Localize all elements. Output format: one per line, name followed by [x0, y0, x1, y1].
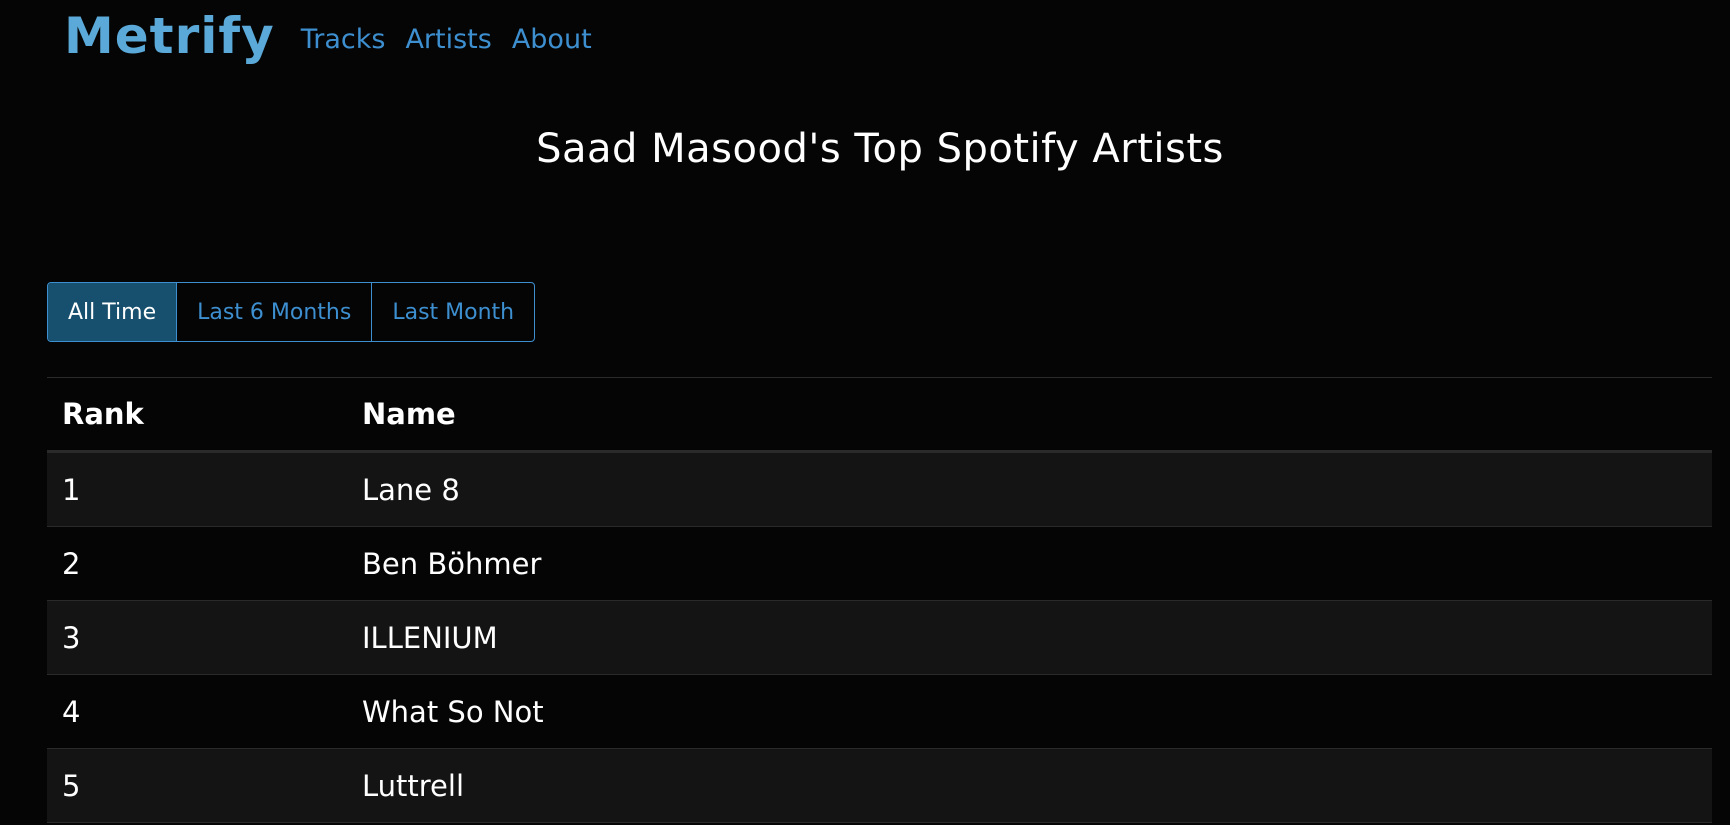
table-row: 2 Ben Böhmer	[47, 526, 1712, 601]
rank-cell: 2	[47, 526, 347, 601]
time-range-selector: All Time Last 6 Months Last Month	[47, 282, 536, 342]
artist-name-cell: Ben Böhmer	[347, 526, 1712, 601]
artist-name-cell: What So Not	[347, 674, 1712, 749]
all-time-button[interactable]: All Time	[48, 283, 178, 341]
name-column-header: Name	[347, 377, 1712, 453]
table-row: 4 What So Not	[47, 674, 1712, 749]
nav-link-about[interactable]: About	[512, 20, 592, 55]
artist-name-cell: ILLENIUM	[347, 600, 1712, 675]
rank-column-header: Rank	[47, 377, 347, 453]
page-title: Saad Masood's Top Spotify Artists	[536, 126, 1224, 172]
rank-cell: 5	[47, 748, 347, 823]
table-row: 3 ILLENIUM	[47, 600, 1712, 675]
brand-logo[interactable]: Metrify	[64, 11, 275, 63]
nav-link-artists[interactable]: Artists	[405, 20, 491, 55]
table-row: 1 Lane 8	[47, 451, 1712, 527]
top-artists-table: Rank Name 1 Lane 8 2 Ben Böhmer 3 ILLENI…	[47, 377, 1712, 823]
table-header-row: Rank Name	[47, 377, 1712, 453]
last-6-months-button[interactable]: Last 6 Months	[177, 283, 373, 341]
nav-link-tracks[interactable]: Tracks	[301, 20, 386, 55]
table-row: 5 Luttrell	[47, 748, 1712, 823]
artist-name-cell: Lane 8	[347, 451, 1712, 527]
navbar: Metrify Tracks Artists About	[64, 0, 612, 74]
last-month-button[interactable]: Last Month	[372, 283, 534, 341]
rank-cell: 1	[47, 451, 347, 527]
rank-cell: 3	[47, 600, 347, 675]
rank-cell: 4	[47, 674, 347, 749]
artist-name-cell: Luttrell	[347, 748, 1712, 823]
